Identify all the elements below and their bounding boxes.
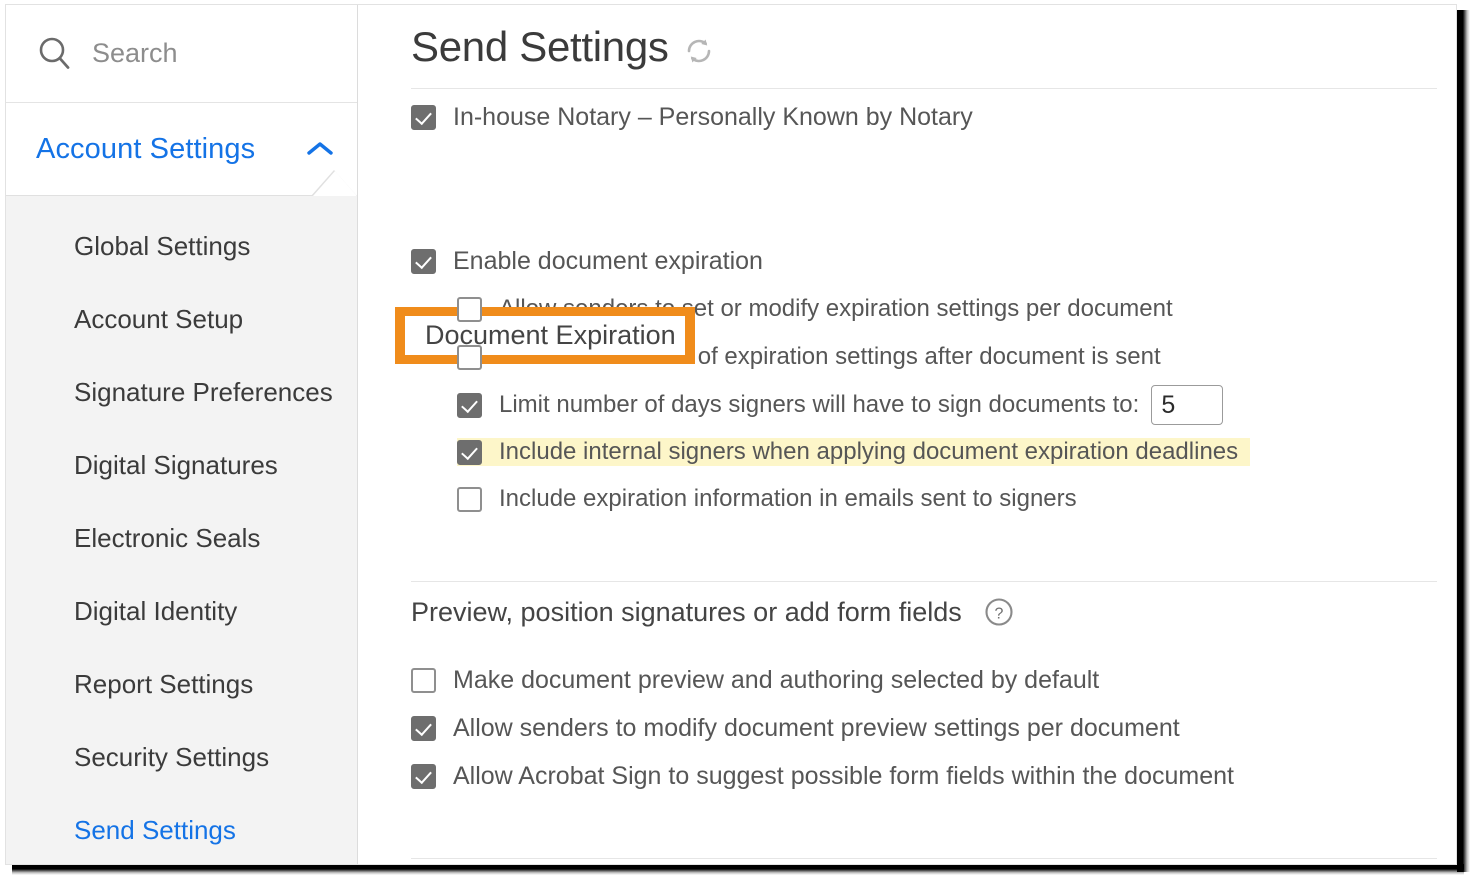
option-label: Limit number of days signers will have t… [499, 391, 1140, 418]
sidebar-item-label: Digital Signatures [74, 450, 278, 480]
document-expiration-heading-wrap: Document Expiration [359, 145, 1456, 364]
checkbox-include-expiration-in-emails[interactable] [457, 486, 482, 512]
option-label: Enable document expiration [453, 246, 763, 275]
option-label: Allow senders to modify document preview… [453, 713, 1180, 742]
days-input[interactable] [1151, 385, 1224, 425]
preview-section-heading-row: Preview, position signatures or add form… [359, 582, 1456, 642]
orange-highlight-box: Document Expiration [395, 307, 695, 364]
sidebar: Search Account Settings Global Settings … [6, 5, 358, 864]
sidebar-section-account-settings[interactable]: Account Settings [6, 103, 357, 195]
option-include-expiration-in-emails[interactable]: Include expiration information in emails… [359, 475, 1456, 523]
sidebar-nav-panel: Global Settings Account Setup Signature … [6, 170, 357, 864]
section-heading-preview: Preview, position signatures or add form… [411, 596, 962, 627]
option-label: Make document preview and authoring sele… [453, 665, 1100, 694]
window-shadow-right [1457, 10, 1470, 872]
option-in-house-notary[interactable]: In-house Notary – Personally Known by No… [359, 89, 1456, 145]
checkbox-make-preview-default[interactable] [411, 667, 436, 693]
chevron-up-icon[interactable] [305, 139, 335, 159]
checkbox-in-house-notary[interactable] [411, 104, 436, 130]
option-enable-document-expiration[interactable]: Enable document expiration [359, 237, 1456, 285]
sidebar-item-label: Account Setup [74, 304, 244, 334]
signing-order-heading-row: Signing Order [359, 859, 1456, 864]
content-area: Send Settings In-house Notary – Personal… [359, 5, 1456, 864]
option-limit-days[interactable]: Limit number of days signers will have t… [359, 381, 1456, 429]
window-shadow-bottom [12, 864, 1464, 875]
checkbox-allow-senders-modify-preview[interactable] [411, 715, 436, 741]
option-include-internal-signers-row[interactable]: Include internal signers when applying d… [359, 429, 1456, 475]
search-box[interactable]: Search [6, 5, 357, 103]
sidebar-item-digital-identity[interactable]: Digital Identity [6, 575, 357, 648]
sidebar-item-label: Security Settings [74, 742, 270, 772]
svg-text:?: ? [994, 606, 1003, 623]
sidebar-item-label: Digital Identity [74, 596, 238, 626]
orange-highlight-inner: Document Expiration [405, 316, 685, 355]
option-make-preview-default[interactable]: Make document preview and authoring sele… [359, 656, 1456, 704]
sidebar-item-label: Signature Preferences [74, 377, 333, 407]
search-input-placeholder[interactable]: Search [92, 38, 178, 69]
search-icon [36, 35, 74, 73]
checkbox-include-internal-signers[interactable] [457, 439, 482, 465]
checkbox-enable-document-expiration[interactable] [411, 248, 436, 274]
sidebar-item-label: Send Settings [74, 815, 236, 845]
sidebar-item-label: Electronic Seals [74, 523, 261, 553]
checkbox-allow-senders-set-expiration[interactable] [457, 296, 482, 322]
sidebar-item-report-settings[interactable]: Report Settings [6, 648, 357, 721]
sidebar-item-account-setup[interactable]: Account Setup [6, 283, 357, 356]
option-allow-suggest-form-fields[interactable]: Allow Acrobat Sign to suggest possible f… [359, 752, 1456, 800]
app-window: Search Account Settings Global Settings … [5, 4, 1457, 865]
sidebar-item-label: Report Settings [74, 669, 254, 699]
option-label: Allow Acrobat Sign to suggest possible f… [453, 761, 1234, 790]
page-header: Send Settings [359, 5, 1456, 88]
help-circle-icon[interactable]: ? [984, 597, 1014, 627]
nav-notch-pointer [313, 171, 357, 196]
option-label: In-house Notary – Personally Known by No… [453, 102, 973, 131]
screenshot-root: Search Account Settings Global Settings … [0, 0, 1475, 878]
sidebar-item-global-settings[interactable]: Global Settings [6, 210, 357, 283]
refresh-icon[interactable] [683, 35, 715, 67]
sidebar-item-signature-preferences[interactable]: Signature Preferences [6, 356, 357, 429]
yellow-highlight: Include internal signers when applying d… [457, 438, 1251, 466]
checkbox-allow-modification-after-sent[interactable] [457, 344, 482, 370]
sidebar-item-electronic-seals[interactable]: Electronic Seals [6, 502, 357, 575]
sidebar-item-digital-signatures[interactable]: Digital Signatures [6, 429, 357, 502]
checkbox-limit-days[interactable] [457, 392, 482, 418]
sidebar-item-label: Global Settings [74, 231, 251, 261]
sidebar-item-security-settings[interactable]: Security Settings [6, 721, 357, 794]
option-label: Include internal signers when applying d… [499, 438, 1239, 465]
option-allow-senders-modify-preview[interactable]: Allow senders to modify document preview… [359, 704, 1456, 752]
checkbox-allow-suggest-form-fields[interactable] [411, 763, 436, 789]
option-label: Include expiration information in emails… [499, 485, 1077, 512]
sidebar-item-send-settings[interactable]: Send Settings [6, 794, 357, 864]
sidebar-section-label: Account Settings [36, 132, 256, 165]
page-title: Send Settings [411, 22, 669, 70]
